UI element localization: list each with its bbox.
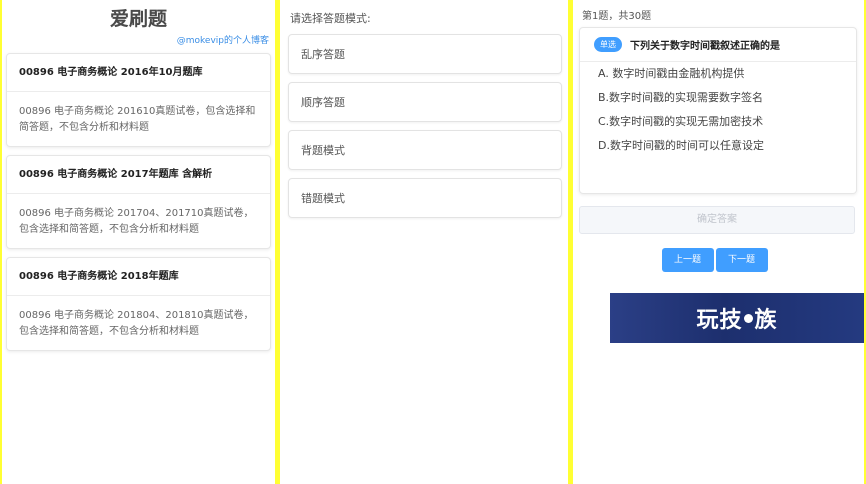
option-b[interactable]: B.数字时间戳的实现需要数字签名 <box>598 86 856 110</box>
next-question-button[interactable]: 下一题 <box>715 248 768 272</box>
confirm-answer-button[interactable]: 确定答案 <box>579 206 855 234</box>
question-text: 下列关于数字时间戳叙述正确的是 <box>630 41 780 52</box>
mode-memorize-button[interactable]: 背题模式 <box>288 130 562 170</box>
question-panel: 第1题，共30题 单选 下列关于数字时间戳叙述正确的是 A. 数字时间戳由金融机… <box>573 0 864 484</box>
option-c[interactable]: C.数字时间戳的实现无需加密技术 <box>598 110 856 134</box>
watermark-logo: 玩技 族 <box>610 293 864 343</box>
bank-card[interactable]: 00896 电子商务概论 2018年题库 00896 电子商务概论 201804… <box>6 257 271 351</box>
question-type-badge: 单选 <box>594 37 622 52</box>
option-d[interactable]: D.数字时间戳的时间可以任意设定 <box>598 134 856 158</box>
bank-card-title[interactable]: 00896 电子商务概论 2017年题库 含解析 <box>7 156 270 194</box>
question-card: 单选 下列关于数字时间戳叙述正确的是 A. 数字时间戳由金融机构提供 B.数字时… <box>579 27 857 194</box>
mode-mistakes-button[interactable]: 错题模式 <box>288 178 562 218</box>
question-header: 单选 下列关于数字时间戳叙述正确的是 <box>580 28 856 62</box>
blog-link[interactable]: @mokevip的个人博客 <box>2 33 269 46</box>
bank-card-title[interactable]: 00896 电子商务概论 2016年10月题库 <box>7 54 270 92</box>
question-bank-panel: 爱刷题 @mokevip的个人博客 00896 电子商务概论 2016年10月题… <box>2 0 275 484</box>
bank-card-title[interactable]: 00896 电子商务概论 2018年题库 <box>7 258 270 296</box>
mode-random-button[interactable]: 乱序答题 <box>288 34 562 74</box>
bank-card[interactable]: 00896 电子商务概论 2017年题库 含解析 00896 电子商务概论 20… <box>6 155 271 249</box>
watermark-dot-icon <box>743 313 753 323</box>
watermark-text-before: 玩技 <box>696 308 743 333</box>
bank-card-description: 00896 电子商务概论 201804、201810真题试卷，包含选择和简答题，… <box>19 310 254 337</box>
mode-select-panel: 请选择答题模式: 乱序答题 顺序答题 背题模式 错题模式 <box>280 0 568 484</box>
mode-sequential-button[interactable]: 顺序答题 <box>288 82 562 122</box>
bank-card[interactable]: 00896 电子商务概论 2016年10月题库 00896 电子商务概论 201… <box>6 53 271 147</box>
prev-question-button[interactable]: 上一题 <box>661 248 714 272</box>
mode-prompt: 请选择答题模式: <box>290 12 371 25</box>
watermark-text-after: 族 <box>754 308 778 333</box>
option-a[interactable]: A. 数字时间戳由金融机构提供 <box>598 62 856 86</box>
app-title: 爱刷题 <box>109 8 167 30</box>
question-progress: 第1题，共30题 <box>582 11 652 22</box>
bank-card-description: 00896 电子商务概论 201704、201710真题试卷，包含选择和简答题，… <box>19 208 254 235</box>
question-nav: 上一题 下一题 <box>573 248 864 272</box>
bank-card-description: 00896 电子商务概论 201610真题试卷，包含选择和简答题，不包含分析和材… <box>19 106 256 133</box>
